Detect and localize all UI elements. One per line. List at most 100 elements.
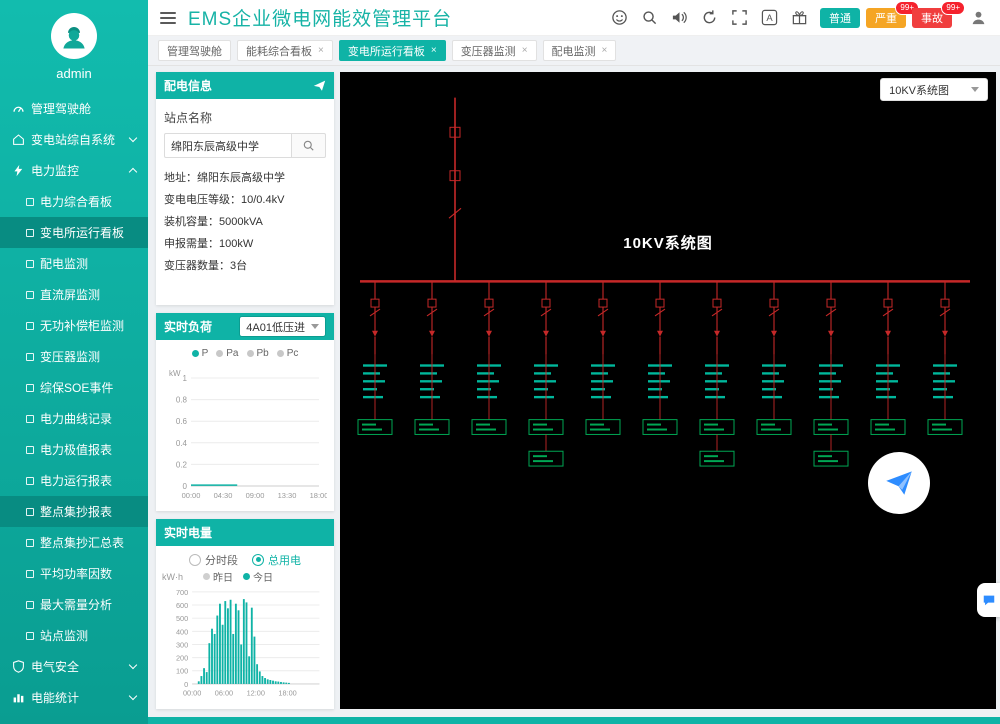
svg-text:0.4: 0.4 xyxy=(176,439,188,448)
legend-dot xyxy=(243,573,250,580)
engineer-icon xyxy=(59,21,89,51)
menu-label: 站点监测 xyxy=(40,627,88,644)
sidebar-item-1[interactable]: 变电站综自系统 xyxy=(0,124,148,155)
load-feeder-select[interactable]: 4A01低压进 xyxy=(239,316,326,337)
hamburger-menu-icon[interactable] xyxy=(160,12,176,24)
svg-text:00:00: 00:00 xyxy=(182,491,201,500)
stats-icon xyxy=(12,691,25,704)
sidebar-item-19[interactable]: 电能统计 xyxy=(0,682,148,713)
site-detail-4: 变压器数量：3台 xyxy=(164,255,326,277)
menu-label: 平均功率因数 xyxy=(40,565,112,582)
svg-text:700: 700 xyxy=(176,587,188,596)
tab-4[interactable]: 配电监测× xyxy=(543,40,617,61)
tab-close-icon[interactable]: × xyxy=(602,45,608,56)
load-chart: 00.20.40.60.8100:0004:3009:0013:3018:00k… xyxy=(163,364,327,510)
submenu-icon xyxy=(26,477,34,485)
smiley-icon[interactable] xyxy=(610,8,629,27)
refresh-icon[interactable] xyxy=(700,8,719,27)
topbar-actions: A 普通严重99+ 事故99+ xyxy=(610,8,988,28)
sidebar-item-12[interactable]: 电力运行报表 xyxy=(0,465,148,496)
energy-chart-legend: 昨日今日 xyxy=(203,569,273,584)
diagram-select[interactable]: 10KV系统图 xyxy=(880,78,988,101)
sidebar-item-4[interactable]: 变电所运行看板 xyxy=(0,217,148,248)
chevron-down-icon xyxy=(129,134,137,142)
tab-2[interactable]: 变电所运行看板× xyxy=(339,40,446,61)
sidebar-item-7[interactable]: 无功补偿柜监测 xyxy=(0,310,148,341)
feedback-widget[interactable] xyxy=(977,583,1000,617)
tab-3[interactable]: 变压器监测× xyxy=(452,40,537,61)
sidebar-item-3[interactable]: 电力综合看板 xyxy=(0,186,148,217)
svg-text:0: 0 xyxy=(184,679,188,688)
svg-text:0.6: 0.6 xyxy=(176,417,188,426)
sidebar-item-11[interactable]: 电力极值报表 xyxy=(0,434,148,465)
dashboard-icon xyxy=(12,102,25,115)
svg-text:00:00: 00:00 xyxy=(183,688,201,697)
legend-label: Pb xyxy=(257,348,269,359)
floating-logo[interactable] xyxy=(868,452,930,514)
svg-text:04:30: 04:30 xyxy=(214,491,233,500)
legend-dot xyxy=(192,350,199,357)
legend-item-Pb[interactable]: Pb xyxy=(247,348,269,359)
alarm-button-0[interactable]: 普通 xyxy=(820,8,860,28)
panel-title-realtime-load: 实时负荷 xyxy=(164,318,212,335)
legend-item-P[interactable]: P xyxy=(192,348,209,359)
submenu-icon xyxy=(26,384,34,392)
svg-text:A: A xyxy=(766,13,773,24)
tab-close-icon[interactable]: × xyxy=(318,45,324,56)
energy-chart: 010020030040050060070000:0006:0012:0018:… xyxy=(163,586,327,709)
menu-label: 变压器监测 xyxy=(40,348,100,365)
sidebar-item-14[interactable]: 整点集抄汇总表 xyxy=(0,527,148,558)
sidebar-item-13[interactable]: 整点集抄报表 xyxy=(0,496,148,527)
submenu-icon xyxy=(26,446,34,454)
legend-item-昨日[interactable]: 昨日 xyxy=(203,569,233,584)
radio-dot xyxy=(189,554,201,566)
sidebar-item-5[interactable]: 配电监测 xyxy=(0,248,148,279)
site-name-input[interactable] xyxy=(164,133,292,158)
search-icon[interactable] xyxy=(640,8,659,27)
sidebar-item-16[interactable]: 最大需量分析 xyxy=(0,589,148,620)
sidebar-item-2[interactable]: 电力监控 xyxy=(0,155,148,186)
radio-0[interactable]: 分时段 xyxy=(189,552,238,568)
send-icon[interactable] xyxy=(313,79,326,92)
translate-icon[interactable]: A xyxy=(760,8,779,27)
radio-1[interactable]: 总用电 xyxy=(252,552,301,568)
station-icon xyxy=(12,133,25,146)
svg-text:kW: kW xyxy=(169,369,181,378)
legend-item-Pa[interactable]: Pa xyxy=(216,348,238,359)
radio-dot xyxy=(252,554,264,566)
sidebar-item-17[interactable]: 站点监测 xyxy=(0,620,148,651)
legend-item-今日[interactable]: 今日 xyxy=(243,569,273,584)
tab-0[interactable]: 管理驾驶舱 xyxy=(158,40,231,61)
tab-close-icon[interactable]: × xyxy=(522,45,528,56)
sidebar-item-0[interactable]: 管理驾驶舱 xyxy=(0,93,148,124)
legend-item-Pc[interactable]: Pc xyxy=(277,348,299,359)
svg-text:600: 600 xyxy=(176,601,188,610)
sidebar-item-9[interactable]: 综保SOE事件 xyxy=(0,372,148,403)
avatar[interactable] xyxy=(51,13,97,59)
menu-label: 电力监控 xyxy=(31,162,79,179)
load-feeder-select-value: 4A01低压进 xyxy=(246,319,305,335)
site-detail-3: 申报需量：100kW xyxy=(164,233,326,255)
gift-icon[interactable] xyxy=(790,8,809,27)
user-avatar-icon[interactable] xyxy=(969,8,988,27)
site-search-button[interactable] xyxy=(292,133,326,158)
tab-close-icon[interactable]: × xyxy=(431,45,437,56)
submenu-icon xyxy=(26,229,34,237)
sidebar-item-15[interactable]: 平均功率因数 xyxy=(0,558,148,589)
site-detail-0: 地址：绵阳东辰高级中学 xyxy=(164,167,326,189)
alarm-button-2[interactable]: 事故99+ xyxy=(912,8,952,28)
menu-label: 最大需量分析 xyxy=(40,596,112,613)
tab-1[interactable]: 能耗综合看板× xyxy=(237,40,333,61)
fullscreen-icon[interactable] xyxy=(730,8,749,27)
sidebar-item-18[interactable]: 电气安全 xyxy=(0,651,148,682)
site-details: 地址：绵阳东辰高级中学变电电压等级：10/0.4kV装机容量：5000kVA申报… xyxy=(164,167,326,277)
menu-label: 无功补偿柜监测 xyxy=(40,317,124,334)
chevron-down-icon xyxy=(971,87,979,92)
speaker-icon[interactable] xyxy=(670,8,689,27)
sidebar-item-6[interactable]: 直流屏监测 xyxy=(0,279,148,310)
sidebar-item-8[interactable]: 变压器监测 xyxy=(0,341,148,372)
svg-text:300: 300 xyxy=(176,640,188,649)
sidebar-item-10[interactable]: 电力曲线记录 xyxy=(0,403,148,434)
legend-label: 昨日 xyxy=(213,569,233,584)
alarm-button-1[interactable]: 严重99+ xyxy=(866,8,906,28)
